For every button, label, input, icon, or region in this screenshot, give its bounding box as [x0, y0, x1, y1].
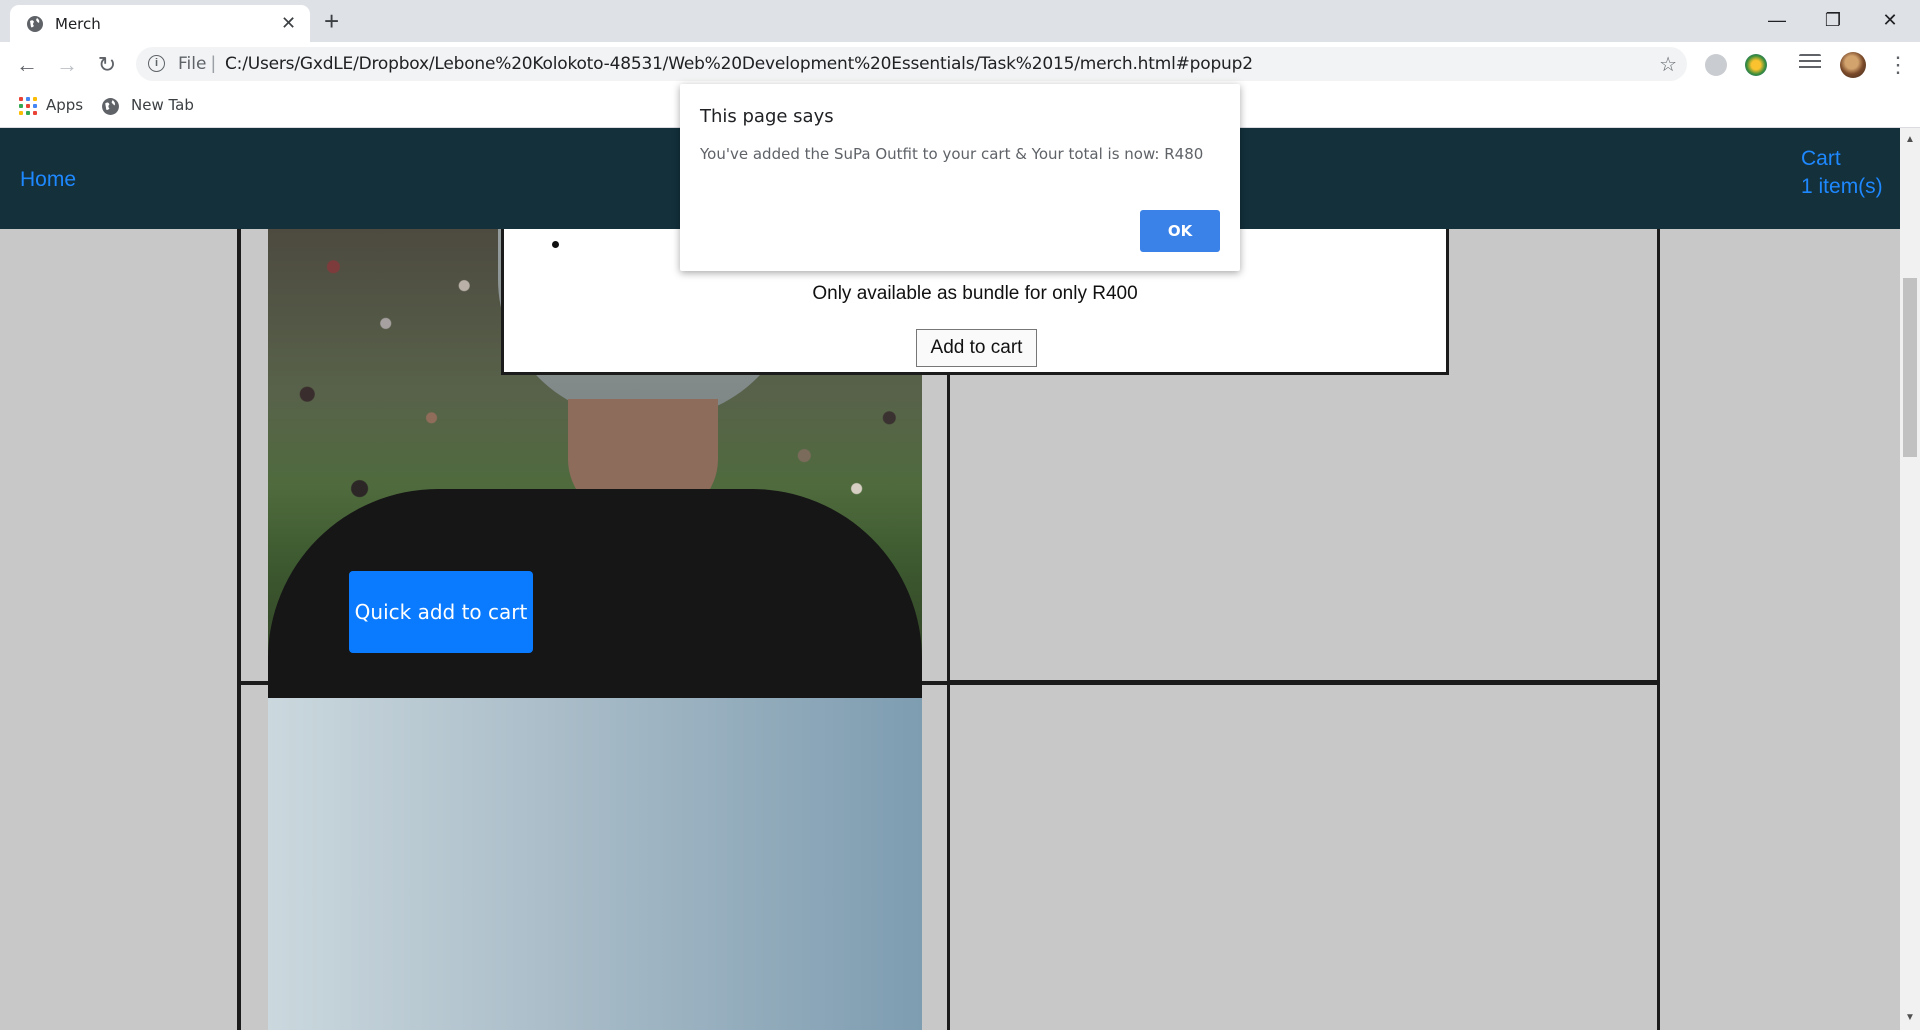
apps-grid-dot — [19, 104, 23, 108]
browser-tab-strip: Merch ✕ + — ❐ ✕ — [0, 0, 1920, 42]
scroll-down-icon[interactable]: ▼ — [1905, 1012, 1915, 1023]
window-close-icon[interactable]: ✕ — [1862, 4, 1918, 36]
address-bar[interactable]: i File | C:/Users/GxdLE/Dropbox/Lebone%2… — [136, 47, 1687, 81]
forward-arrow-icon[interactable]: → — [52, 50, 82, 80]
reload-icon[interactable]: ↻ — [92, 50, 122, 80]
url-text[interactable]: C:/Users/GxdLE/Dropbox/Lebone%20Kolokoto… — [225, 54, 1253, 74]
tab-title: Merch — [55, 15, 101, 33]
apps-grid-dot — [26, 97, 30, 101]
cart-link[interactable]: Cart 1 item(s) — [1801, 145, 1883, 201]
tab-close-icon[interactable]: ✕ — [281, 13, 296, 33]
alert-ok-button[interactable]: OK — [1140, 210, 1220, 252]
alert-dialog: This page says You've added the SuPa Out… — [680, 84, 1240, 271]
info-icon[interactable]: i — [148, 55, 165, 72]
apps-grid-dot — [33, 104, 37, 108]
globe-icon — [27, 16, 43, 32]
apps-grid-dot — [19, 111, 23, 115]
media-control-icon[interactable] — [1799, 54, 1821, 76]
bookmark-new-tab[interactable]: New Tab — [131, 96, 194, 114]
scroll-up-icon[interactable]: ▲ — [1905, 134, 1915, 145]
apps-grid-dot — [26, 111, 30, 115]
quick-add-to-cart-button[interactable]: Quick add to cart — [349, 571, 533, 653]
home-link[interactable]: Home — [20, 168, 76, 192]
cart-count: 1 item(s) — [1801, 175, 1883, 198]
browser-tab[interactable]: Merch ✕ — [10, 5, 310, 42]
add-to-cart-button[interactable]: Add to cart — [916, 329, 1037, 367]
restore-icon[interactable]: ❐ — [1805, 4, 1861, 36]
bookmark-star-icon[interactable]: ☆ — [1659, 52, 1677, 77]
apps-grid-dot — [33, 97, 37, 101]
grid-border — [950, 680, 1660, 685]
extension-globe-icon[interactable] — [1745, 54, 1767, 76]
extension-icon[interactable] — [1705, 54, 1727, 76]
avatar[interactable] — [1840, 52, 1866, 78]
address-separator: | — [211, 53, 216, 73]
scrollbar-thumb[interactable] — [1903, 278, 1917, 457]
new-tab-button[interactable]: + — [324, 6, 339, 36]
bookmark-apps[interactable]: Apps — [46, 96, 83, 114]
bundle-text: Only available as bundle for only R400 — [812, 283, 1138, 304]
alert-heading: This page says — [700, 106, 834, 127]
product-photo-2 — [268, 698, 922, 1030]
grid-border — [1657, 229, 1660, 1030]
scheme-label: File — [178, 54, 207, 74]
grid-border — [237, 229, 241, 1030]
page-scrollbar[interactable]: ▲ ▼ — [1900, 128, 1920, 1030]
cart-label: Cart — [1801, 147, 1841, 170]
apps-grid-icon[interactable] — [19, 97, 37, 115]
globe-icon — [102, 98, 119, 115]
apps-grid-dot — [33, 111, 37, 115]
alert-message: You've added the SuPa Outfit to your car… — [700, 145, 1204, 163]
apps-grid-dot — [26, 104, 30, 108]
browser-menu-icon[interactable]: ⋮ — [1887, 50, 1909, 80]
list-bullet — [552, 241, 559, 248]
browser-toolbar: ← → ↻ i File | C:/Users/GxdLE/Dropbox/Le… — [0, 42, 1920, 87]
apps-grid-dot — [19, 97, 23, 101]
back-arrow-icon[interactable]: ← — [12, 50, 42, 80]
minimize-icon[interactable]: — — [1749, 4, 1805, 36]
